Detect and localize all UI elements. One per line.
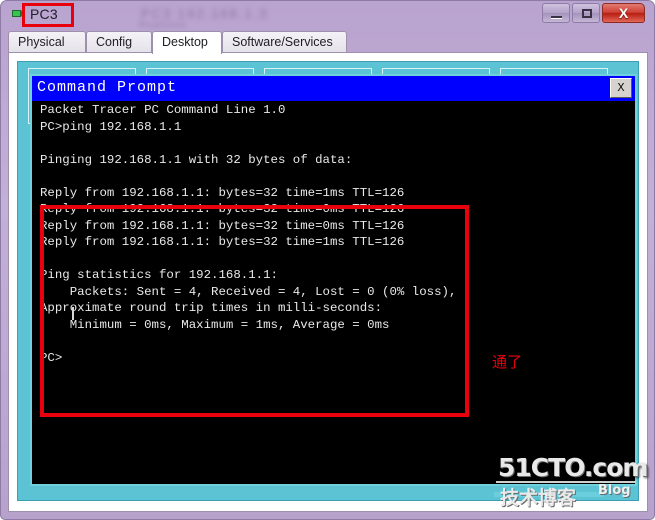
terminal-text: Packet Tracer PC Command Line 1.0 PC>pin… — [40, 103, 457, 365]
title-bar: PC3 192.168.1.3 Realtime PC3 X — [1, 1, 654, 31]
close-button[interactable]: X — [602, 3, 645, 23]
tab-physical[interactable]: Physical — [8, 31, 86, 53]
command-prompt-window: Command Prompt X Packet Tracer PC Comman… — [30, 74, 637, 486]
terminal-cursor — [72, 307, 74, 320]
pc3-device-window: PC3 192.168.1.3 Realtime PC3 X Physical … — [0, 0, 655, 520]
command-prompt-title-bar: Command Prompt X — [32, 76, 635, 101]
close-icon: X — [618, 5, 629, 21]
desktop-tab-pane: Command Prompt X Packet Tracer PC Comman… — [8, 52, 648, 512]
blurred-title-text: PC3 192.168.1.3 — [141, 6, 269, 21]
close-icon: X — [617, 81, 625, 95]
watermark-blog: Blog — [598, 483, 631, 498]
watermark-site: 51CTO.com — [498, 453, 648, 482]
packet-tracer-desktop: Command Prompt X Packet Tracer PC Comman… — [17, 61, 639, 501]
maximize-button[interactable] — [572, 3, 600, 23]
minimize-button[interactable] — [542, 3, 570, 23]
tab-software-services[interactable]: Software/Services — [222, 31, 347, 53]
terminal-output-area[interactable]: Packet Tracer PC Command Line 1.0 PC>pin… — [32, 101, 635, 484]
maximize-icon — [582, 9, 592, 18]
tab-config[interactable]: Config — [86, 31, 152, 53]
annotation-label: 通了 — [492, 353, 523, 371]
watermark-chinese: 技术博客 — [500, 487, 577, 509]
blurred-subtitle-text: Realtime — [139, 20, 187, 31]
command-prompt-title: Command Prompt — [37, 79, 178, 96]
title-annotation-box — [22, 3, 74, 27]
command-prompt-close-button[interactable]: X — [610, 78, 632, 98]
tab-strip: Physical Config Desktop Software/Service… — [8, 31, 648, 54]
watermark: 51CTO.com 技术博客 Blog — [494, 453, 648, 509]
minimize-icon — [551, 16, 562, 19]
tab-desktop[interactable]: Desktop — [152, 31, 222, 54]
